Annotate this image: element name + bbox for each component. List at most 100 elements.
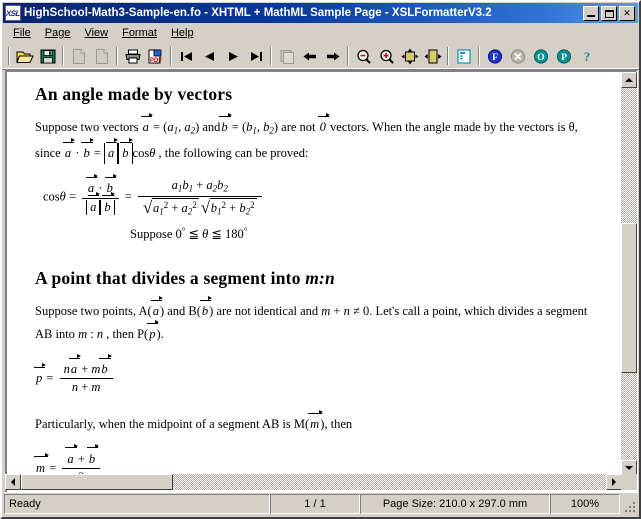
text-fragment: ), then	[320, 417, 353, 432]
plus-sign: +	[193, 178, 207, 193]
fraction-dot-over-magnitudes: a · bab	[82, 173, 119, 216]
document-page: An angle made by vectors Suppose two vec…	[7, 72, 623, 479]
horizontal-scroll-thumb[interactable]	[21, 474, 173, 490]
printer-icon	[124, 49, 141, 63]
help-button[interactable]: ?	[575, 45, 598, 67]
scroll-right-button[interactable]	[606, 474, 622, 490]
zoom-out-button[interactable]	[352, 45, 375, 67]
page-thumbnail-button[interactable]	[275, 45, 298, 67]
menu-file[interactable]: File	[6, 25, 38, 41]
scroll-up-button[interactable]	[621, 72, 637, 88]
application-window: XSL HighSchool-Math3-Sample-en.fo - XHTM…	[0, 0, 641, 519]
toolbar-separator	[447, 47, 449, 65]
vertical-scroll-thumb[interactable]	[621, 223, 637, 373]
fit-page-button[interactable]	[398, 45, 421, 67]
arrow-up-icon	[625, 78, 633, 82]
previous-page-button[interactable]	[198, 45, 221, 67]
stop-button[interactable]	[506, 45, 529, 67]
horizontal-scrollbar[interactable]	[5, 474, 622, 490]
radical-body: b12 + b22	[209, 198, 257, 218]
minimize-button[interactable]	[583, 5, 599, 21]
fraction-numerator: a1b1 + a2b2	[138, 178, 262, 196]
menu-format-label: Format	[122, 26, 157, 39]
vector-a: a	[85, 173, 99, 196]
menu-file-label: File	[13, 26, 31, 39]
plus-sign: +	[78, 380, 92, 395]
arrow-right-icon	[612, 478, 616, 486]
svg-text:F: F	[492, 53, 498, 63]
export-pdf-button[interactable]: PDF	[144, 45, 167, 67]
xsl-formatter-app-icon: XSL	[5, 5, 21, 21]
zoom-level-indicator: 100%	[550, 494, 620, 514]
paragraph-midpoint: Particularly, when the midpoint of a seg…	[35, 409, 623, 436]
svg-text:O: O	[537, 53, 544, 63]
formatter-option-f-button[interactable]: F	[483, 45, 506, 67]
toolbar: PDF F O P ?	[2, 43, 639, 70]
fit-page-icon	[401, 48, 418, 64]
vertical-scrollbar[interactable]	[621, 72, 637, 476]
absolute-value-b: b	[100, 192, 115, 216]
vector-m: m	[308, 409, 324, 432]
fraction-components: a1b1 + a2b2 √ a12 + a22 √ b12 + b22	[137, 178, 262, 218]
close-button[interactable]: ✕	[619, 5, 635, 21]
equals-sign: =	[65, 190, 80, 205]
dot-operator: ·	[72, 145, 83, 160]
text-fragment: since	[35, 145, 64, 160]
vector-b: b	[120, 138, 133, 160]
plus-sign: +	[78, 361, 92, 376]
page-layout-button[interactable]	[452, 45, 475, 67]
option-o-button[interactable]: O	[529, 45, 552, 67]
fit-width-button[interactable]	[421, 45, 444, 67]
toolbar-separator	[347, 47, 349, 65]
heading-angle-made-by-vectors: An angle made by vectors	[35, 84, 623, 105]
scroll-left-button[interactable]	[5, 474, 21, 490]
menu-help-label: Help	[170, 26, 194, 39]
print-button[interactable]	[121, 45, 144, 67]
menu-page[interactable]: Page	[38, 25, 78, 41]
menu-help[interactable]: Help	[164, 25, 201, 41]
circle-o-icon: O	[533, 48, 548, 64]
fraction-denominator: ab	[82, 192, 119, 216]
option-p-button[interactable]: P	[552, 45, 575, 67]
first-page-button[interactable]	[175, 45, 198, 67]
forward-button[interactable]	[321, 45, 344, 67]
circle-p-icon: P	[556, 48, 571, 64]
fraction-numerator: na + mb	[60, 354, 113, 379]
document-content: An angle made by vectors Suppose two vec…	[33, 80, 623, 479]
last-page-icon	[250, 51, 262, 61]
vector-a: a	[106, 138, 119, 160]
heading-1-text: An angle made by vectors	[35, 84, 233, 104]
document-view[interactable]: An angle made by vectors Suppose two vec…	[5, 70, 638, 494]
circle-x-icon	[510, 48, 525, 64]
vector-b: b	[219, 112, 233, 134]
fraction-denominator: √ a12 + a22 √ b12 + b22	[137, 196, 262, 218]
menu-bar: File Page View Format Help	[2, 23, 639, 43]
save-file-button[interactable]	[36, 45, 59, 67]
last-page-button[interactable]	[244, 45, 267, 67]
pdf-icon: PDF	[148, 49, 162, 64]
close-icon: ✕	[623, 7, 631, 18]
maximize-button[interactable]	[601, 5, 617, 21]
new-document-button[interactable]	[67, 45, 90, 67]
vector-zero: 0	[317, 112, 331, 134]
radical-sign-icon: √	[142, 197, 153, 217]
open-file-button[interactable]	[13, 45, 36, 67]
menu-format[interactable]: Format	[115, 25, 164, 41]
resize-grip[interactable]	[621, 494, 637, 514]
toolbar-separator	[8, 47, 10, 65]
vector-p: p	[147, 320, 160, 342]
heading-point-divides-segment: A point that divides a segment into m:n	[35, 268, 623, 289]
document-icon	[72, 48, 85, 64]
paragraph-vectors-definition: Suppose two vectors a = (a1, a2) andb = …	[35, 112, 623, 139]
menu-view-label: View	[84, 26, 109, 39]
zoom-in-button[interactable]	[375, 45, 398, 67]
next-page-button[interactable]	[221, 45, 244, 67]
back-button[interactable]	[298, 45, 321, 67]
document-properties-button[interactable]	[90, 45, 113, 67]
text-fragment: AB into	[35, 327, 79, 342]
menu-view[interactable]: View	[77, 25, 115, 41]
vector-b: b	[199, 296, 213, 318]
window-title: HighSchool-Math3-Sample-en.fo - XHTML + …	[24, 7, 492, 19]
text-fragment: =	[90, 145, 105, 160]
text-fragment: ) are not identical and	[209, 303, 322, 318]
